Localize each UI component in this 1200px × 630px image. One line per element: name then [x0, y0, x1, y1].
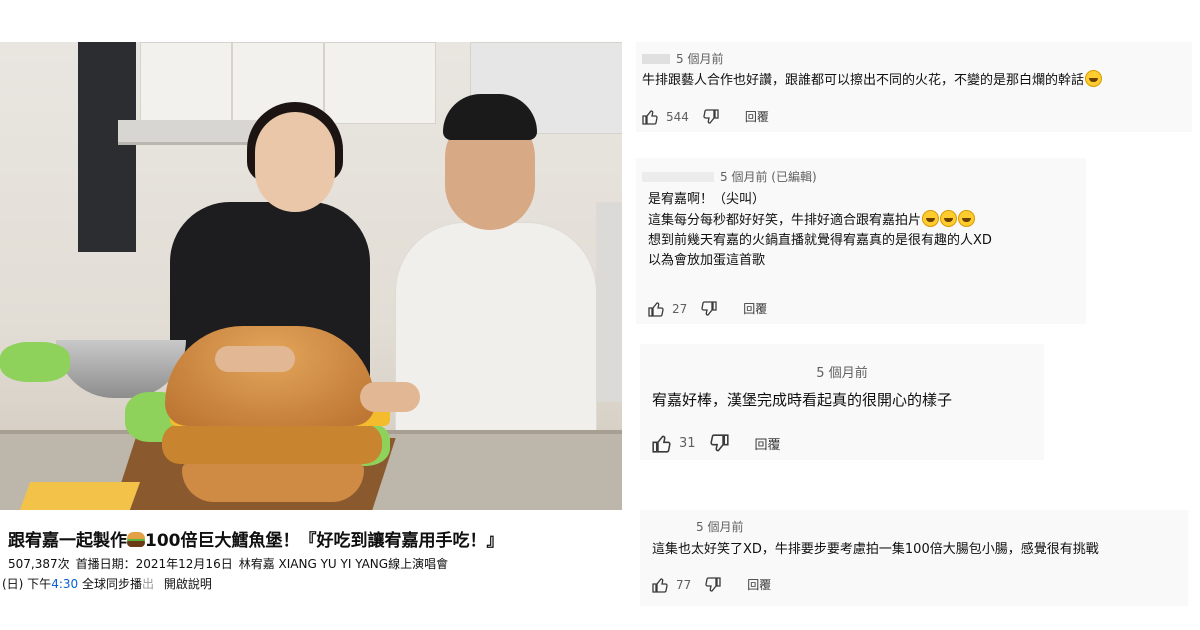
thumbs-down-icon[interactable]	[709, 434, 729, 453]
comment-card: 5 個月前 牛排跟藝人合作也好讚，跟誰都可以擦出不同的火花，不變的是那白爛的幹話…	[636, 42, 1192, 132]
person-left-face	[255, 112, 335, 212]
reply-button[interactable]: 回覆	[755, 434, 781, 453]
burger-top-bun	[165, 326, 375, 426]
video-title[interactable]: 跟宥嘉一起製作 100倍巨大鱈魚堡！『好吃到讓宥嘉用手吃！』	[8, 526, 618, 551]
edited-label: (已編輯)	[771, 170, 817, 184]
laughing-emoji-icon	[1085, 70, 1103, 87]
video-meta: 507,387次 首播日期：2021年12月16日 林宥嘉 XIANG YU YI …	[8, 555, 618, 572]
video-description-snippet: (日) 下午4:30 全球同步播出 開啟說明	[2, 575, 612, 592]
thumbs-up-icon[interactable]	[652, 577, 668, 593]
video-title-part1: 跟宥嘉一起製作	[8, 531, 127, 551]
comment-time: 5 個月前	[676, 52, 724, 66]
comment-header: 5 個月前	[696, 518, 743, 535]
comment-line: 以為會放加蛋這首歌	[648, 253, 766, 268]
kitchen-window	[78, 42, 136, 252]
burger-bottom-bun	[182, 462, 364, 502]
laughing-emoji-icon	[940, 210, 958, 227]
video-title-part2: 100倍巨大鱈魚堡！『好吃到讓宥嘉用手吃！』	[145, 531, 504, 551]
comment-text: 牛排跟藝人合作也好讚，跟誰都可以擦出不同的火花，不變的是那白爛的幹話	[642, 70, 1103, 91]
comment-actions: 544 回覆	[642, 108, 769, 125]
comment-text: 宥嘉好棒，漢堡完成時看起真的很開心的樣子	[652, 390, 952, 410]
thumbs-down-icon[interactable]	[703, 108, 719, 125]
comment-header: 5 個月前	[642, 50, 723, 67]
comment-card: 5 個月前 (已編輯) 是宥嘉啊！（尖叫） 這集每分每秒都好好笑，牛排好適合跟宥…	[636, 158, 1086, 324]
video-thumbnail[interactable]	[0, 42, 622, 510]
open-description-link[interactable]: 開啟說明	[164, 577, 212, 591]
video-card: 跟宥嘉一起製作 100倍巨大鱈魚堡！『好吃到讓宥嘉用手吃！』 507,387次 首播…	[0, 42, 622, 602]
view-count: 507,387次	[8, 557, 70, 571]
comment-actions: 27 回覆	[648, 300, 767, 317]
like-count: 27	[672, 301, 688, 316]
channel-name[interactable]: 林宥嘉 XIANG YU YI YANG線上演唱會	[239, 557, 448, 571]
comment-text: 是宥嘉啊！（尖叫） 這集每分每秒都好好笑，牛排好適合跟宥嘉拍片 想到前幾天宥嘉的…	[648, 190, 992, 271]
thumbs-up-icon[interactable]	[648, 301, 664, 317]
premiere-date: 首播日期：2021年12月16日	[75, 557, 233, 571]
comment-author[interactable]	[642, 172, 714, 182]
comment-actions: 31 回覆	[652, 434, 781, 453]
comment-time: 5 個月前	[720, 170, 768, 184]
comment-line: 想到前幾天宥嘉的火鍋直播就覺得宥嘉真的是很有趣的人XD	[648, 233, 992, 248]
comment-header: 5 個月前	[640, 362, 1044, 381]
reply-button[interactable]: 回覆	[745, 108, 769, 125]
laughing-emoji-icon	[958, 210, 976, 227]
schedule-suffix: 全球同步播	[81, 577, 142, 591]
reply-button[interactable]: 回覆	[743, 300, 767, 317]
schedule-prefix: (日) 下午	[2, 577, 52, 591]
hand	[360, 382, 420, 412]
comment-header: 5 個月前 (已編輯)	[642, 168, 817, 185]
comment-author[interactable]	[642, 54, 670, 64]
upper-cabinet	[140, 42, 232, 122]
comment-time: 5 個月前	[696, 520, 744, 534]
comment-line: 牛排跟藝人合作也好讚，跟誰都可以擦出不同的火花，不變的是那白爛的幹話	[642, 73, 1085, 88]
comment-text: 這集也太好笑了XD，牛排要步要考慮拍一集100倍大腸包小腸，感覺很有挑戰	[652, 540, 1099, 560]
thumbs-down-icon[interactable]	[705, 576, 721, 593]
thumbs-down-icon[interactable]	[701, 300, 717, 317]
comment-card: 5 個月前 這集也太好笑了XD，牛排要步要考慮拍一集100倍大腸包小腸，感覺很有…	[640, 510, 1188, 606]
comment-line: 這集也太好笑了XD，牛排要步要考慮拍一集100倍大腸包小腸，感覺很有挑戰	[652, 542, 1099, 557]
comment-line-with-emoji: 這集每分每秒都好好笑，牛排好適合跟宥嘉拍片	[648, 210, 992, 231]
timestamp-link[interactable]: 4:30	[51, 577, 78, 591]
fish-patty	[162, 424, 382, 464]
comment-time: 5 個月前	[816, 366, 868, 381]
like-count: 31	[679, 436, 696, 451]
reply-button[interactable]: 回覆	[747, 576, 771, 593]
upper-cabinet	[324, 42, 436, 124]
thumbs-up-icon[interactable]	[642, 109, 658, 125]
hamburger-icon	[127, 532, 145, 548]
comment-line: 這集每分每秒都好好笑，牛排好適合跟宥嘉拍片	[648, 213, 922, 228]
thumbs-up-icon[interactable]	[652, 434, 671, 453]
lettuce	[0, 342, 70, 382]
schedule-faded: 出	[141, 577, 154, 591]
laughing-emoji-icon	[922, 210, 940, 227]
comment-actions: 77 回覆	[652, 576, 771, 593]
like-count: 544	[666, 109, 689, 124]
hand	[215, 346, 295, 372]
fridge	[596, 202, 622, 402]
like-count: 77	[676, 577, 692, 592]
comment-line: 宥嘉好棒，漢堡完成時看起真的很開心的樣子	[652, 391, 953, 409]
comment-line: 是宥嘉啊！（尖叫）	[648, 192, 766, 207]
comment-card: 5 個月前 宥嘉好棒，漢堡完成時看起真的很開心的樣子 31 回覆	[640, 344, 1044, 460]
cheese-block	[19, 482, 141, 510]
